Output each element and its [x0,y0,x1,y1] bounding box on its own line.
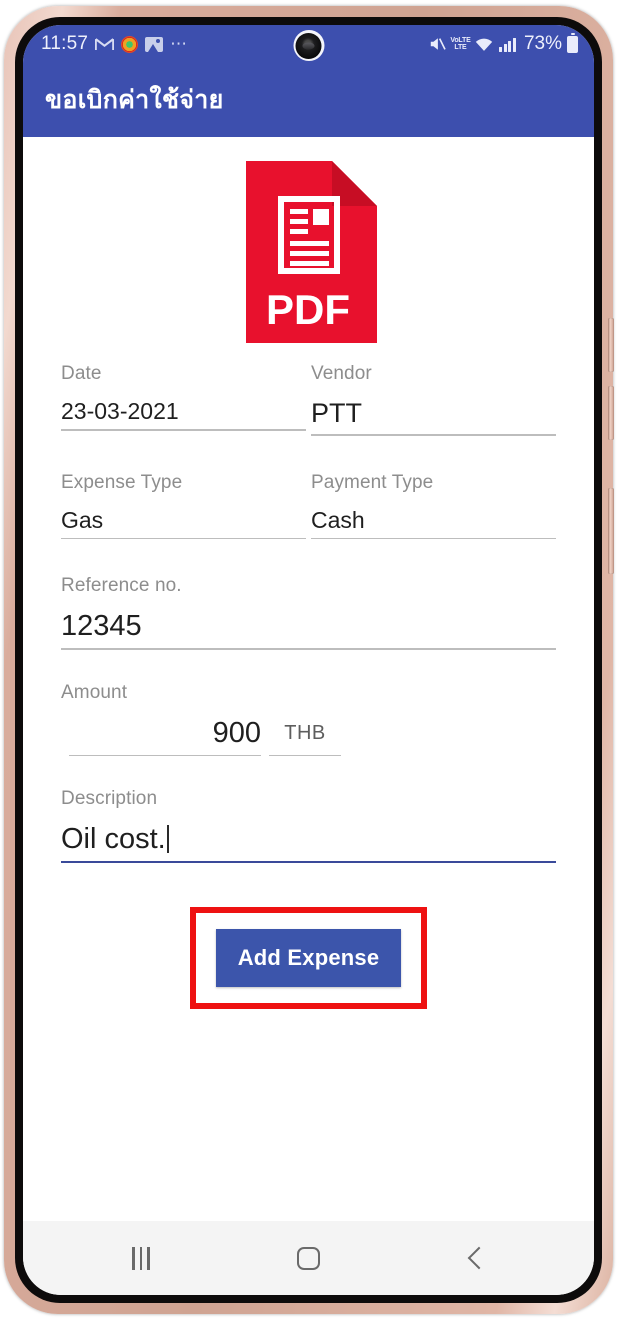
status-clock: 11:57 [41,33,89,54]
text-cursor [166,825,169,853]
form-row-reference: Reference no. 12345 [61,575,556,650]
amount-field[interactable]: 900 [69,716,261,756]
payment-type-field[interactable]: Payment Type Cash [311,471,556,539]
description-field[interactable]: Description Oil cost. [61,788,556,863]
form-row-description: Description Oil cost. [61,788,556,863]
amount-underline [69,754,261,756]
form-row-amount: Amount 900 THB [61,681,556,756]
expense-form: Date 23-03-2021 Vendor PTT Expense Type … [41,343,576,863]
battery-percent-label: 73% [523,33,562,54]
reference-no-underline [61,648,556,650]
volte-icon: VoLTE LTE [450,36,471,53]
page-title: ขอเบิกค่าใช้จ่าย [45,86,224,114]
mute-icon [428,36,447,52]
description-value-wrap: Oil cost. [61,822,556,859]
recents-icon [132,1246,150,1270]
description-underline [61,861,556,863]
reference-no-value: 12345 [61,610,142,642]
back-button[interactable] [444,1234,508,1282]
attachment-preview[interactable]: PDF [41,137,576,343]
battery-icon [567,33,578,53]
amount-label: Amount [61,681,128,703]
home-button[interactable] [276,1234,340,1282]
overflow-dots-icon: ⋯ [170,34,189,53]
gmail-icon [95,37,115,52]
volte-label-top: VoLTE [450,37,471,44]
payment-type-value: Cash [311,506,365,533]
form-content: PDF Date 23-03-2021 Vendor PTT Expense T… [23,137,594,1207]
description-label: Description [61,788,158,809]
volume-down-button[interactable] [608,386,614,440]
payment-type-label: Payment Type [311,471,434,493]
recents-button[interactable] [109,1234,173,1282]
signal-icon [499,37,516,52]
gallery-icon [145,36,164,52]
pdf-label: PDF [266,286,350,333]
status-bar: 11:57 ⋯ VoLTE LTE 73% [23,25,594,63]
volte-label-bottom: LTE [454,44,467,51]
app-bar: ขอเบิกค่าใช้จ่าย [23,63,594,137]
currency-underline [269,754,341,756]
power-button[interactable] [608,488,614,574]
expense-type-label: Expense Type [61,471,183,493]
expense-type-underline [61,537,306,539]
date-field[interactable]: Date 23-03-2021 [61,363,306,436]
app-notification-icon [121,35,139,53]
home-icon [296,1246,320,1270]
row-spacer-1 [61,436,556,472]
status-bar-right: VoLTE LTE 73% [428,33,578,55]
status-bar-left: 11:57 ⋯ [41,33,188,55]
phone-screen: 11:57 ⋯ VoLTE LTE 73% ขอเบิกค่าใช้จ่าย P… [23,25,594,1295]
reference-no-field[interactable]: Reference no. 12345 [61,575,556,650]
vendor-label: Vendor [311,363,372,384]
reference-no-label: Reference no. [61,575,182,596]
date-label: Date [61,363,102,384]
phone-frame: 11:57 ⋯ VoLTE LTE 73% ขอเบิกค่าใช้จ่าย P… [4,6,614,1314]
form-row-expense-payment: Expense Type Gas Payment Type Cash [61,471,556,539]
phone-bezel: 11:57 ⋯ VoLTE LTE 73% ขอเบิกค่าใช้จ่าย P… [15,17,602,1303]
row-spacer-2 [61,539,556,575]
wifi-icon [474,36,494,52]
vendor-underline [311,434,556,436]
system-nav-bar [23,1221,594,1295]
amount-value: 900 [212,716,261,749]
row-spacer-3 [61,650,556,682]
add-expense-button[interactable]: Add Expense [215,929,402,987]
date-value: 23-03-2021 [61,398,179,424]
volume-up-button[interactable] [608,318,614,372]
submit-area: Add Expense [41,907,576,1009]
payment-type-underline [311,537,556,539]
back-chevron-icon [467,1246,490,1270]
amount-group: Amount 900 THB [61,681,341,756]
form-row-date-vendor: Date 23-03-2021 Vendor PTT [61,363,556,436]
currency-field[interactable]: THB [269,716,341,756]
front-camera-punch-hole [293,30,324,61]
pdf-file-icon: PDF [246,161,377,343]
expense-type-value: Gas [61,506,104,533]
expense-type-field[interactable]: Expense Type Gas [61,471,306,539]
description-value: Oil cost. [61,823,166,855]
currency-value: THB [284,721,326,744]
date-underline [61,429,306,431]
vendor-value: PTT [311,398,362,428]
row-spacer-4 [61,756,556,788]
highlight-annotation-box: Add Expense [189,907,428,1009]
vendor-field[interactable]: Vendor PTT [311,363,556,436]
camera-lens-icon [295,32,322,59]
